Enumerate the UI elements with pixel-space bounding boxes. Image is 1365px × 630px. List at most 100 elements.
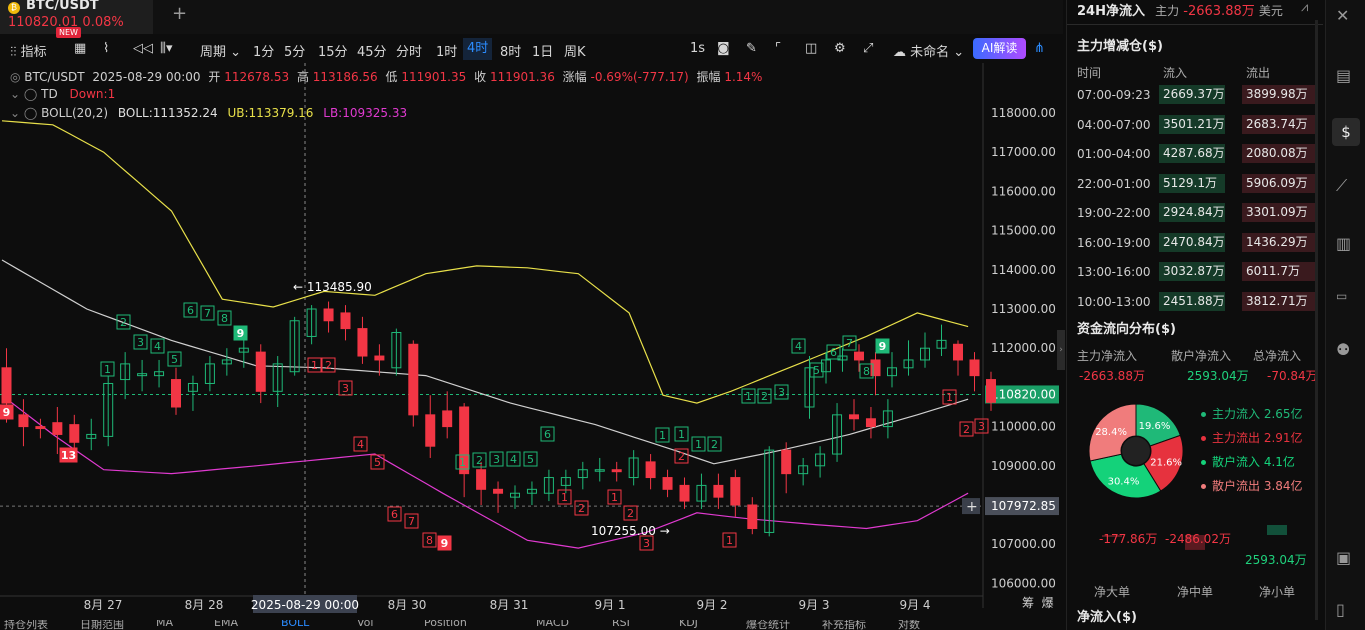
interval-week[interactable]: 周K: [564, 41, 586, 60]
layout-dropdown[interactable]: ☁ 未命名 ⌄: [893, 41, 964, 60]
add-tab-icon[interactable]: +: [172, 3, 187, 24]
boll-lb: LB:109325.33: [323, 106, 408, 120]
layout-icon[interactable]: ▣: [1336, 548, 1351, 567]
bearish-candle: [357, 328, 368, 357]
td-count-label: 6: [830, 346, 837, 359]
period-dropdown[interactable]: 周期 ⌄: [200, 41, 241, 60]
interval-5m[interactable]: 5分: [284, 41, 305, 60]
retail-net-label: 散户净流入: [1171, 349, 1232, 363]
time-tick-label: 8月 27: [84, 598, 123, 612]
document-icon[interactable]: ▤: [1336, 66, 1351, 85]
bearish-candle: [969, 359, 980, 377]
eye-icon[interactable]: ◎: [10, 70, 24, 84]
boll-upper-band: [1, 120, 969, 404]
rewind-icon[interactable]: ◁◁: [133, 41, 153, 56]
bottom-tab-10[interactable]: 爆仓统计: [746, 620, 790, 630]
flow-out: 3899.98万: [1242, 85, 1316, 104]
boll-mid: BOLL:111352.24: [117, 106, 218, 120]
trend-icon[interactable]: ⟋: [1336, 176, 1347, 196]
td-count-label: 5: [527, 453, 534, 466]
dollar-flow-icon[interactable]: $: [1332, 118, 1360, 146]
bottom-tab-8[interactable]: RSI: [612, 620, 630, 629]
candlestick-chart[interactable]: 118000.00 117000.00 116000.00 115000.00 1140…: [0, 63, 1063, 630]
bottom-tab-1[interactable]: 日期范围: [80, 620, 124, 630]
interval-1m[interactable]: 1分: [253, 41, 274, 60]
bottom-tab-7[interactable]: MACD: [536, 620, 569, 629]
bottom-tab-4[interactable]: BOLL: [281, 620, 309, 629]
chart-canvas[interactable]: 118000.00 117000.00 116000.00 115000.00 1140…: [0, 63, 1063, 630]
bearish-candle: [662, 477, 673, 490]
ai-analysis-button[interactable]: AI解读: [973, 38, 1026, 59]
interval-45m[interactable]: 45分: [357, 41, 387, 60]
interval-4h[interactable]: 4时: [463, 38, 493, 60]
fullscreen-icon[interactable]: ⤢: [863, 41, 873, 56]
bottom-tab-12[interactable]: 对数: [898, 620, 920, 630]
boll-name: BOLL(20,2): [41, 106, 109, 120]
indicators-icon: ⫶⫶: [10, 45, 21, 60]
td-legend: ⌄ ◯ TD Down:1: [10, 87, 115, 101]
panel-scrollbar[interactable]: [1315, 20, 1318, 620]
bearish-candle: [52, 422, 63, 435]
bottom-tab-9[interactable]: KDJ: [679, 620, 698, 629]
panel-net-value: -2663.88万: [1183, 4, 1255, 19]
bearish-candle: [425, 414, 436, 447]
settings-icon[interactable]: ⚙: [834, 41, 846, 56]
flow-in: 3032.87万: [1159, 262, 1225, 281]
bar-chart-icon[interactable]: ▥: [1336, 234, 1351, 253]
price-tick-label: 113000.00: [991, 302, 1056, 316]
boll-toggle-icon[interactable]: ⌄ ◯: [10, 106, 41, 120]
draw-line-icon[interactable]: ⌇: [103, 41, 109, 56]
time-tick-label: 8月 30: [388, 598, 427, 612]
interval-1d[interactable]: 1日: [532, 41, 553, 60]
interval-15m[interactable]: 15分: [318, 41, 348, 60]
trend-chart-icon[interactable]: ⩘: [1301, 0, 1308, 15]
td-count-label: 2: [120, 316, 127, 329]
bottom-tab-3[interactable]: EMA: [214, 620, 238, 629]
robot-icon[interactable]: ⚉: [1336, 340, 1350, 359]
td-count-label: 2: [627, 507, 634, 520]
pie-slice-label: 30.4%: [1108, 476, 1140, 487]
flow-in: 2669.37万: [1159, 85, 1225, 104]
bottom-tab-6[interactable]: Position: [424, 620, 467, 629]
chart-type-icon[interactable]: ⫼▾: [160, 41, 173, 56]
etf-icon[interactable]: ▭: [1336, 289, 1347, 303]
interval-8h[interactable]: 8时: [500, 41, 521, 60]
crosshair-price-label: 107972.85: [991, 499, 1056, 513]
indicators-button[interactable]: ⫶⫶ 指标: [10, 41, 47, 60]
liquidation-label[interactable]: 爆: [1042, 596, 1054, 610]
low-annotation: 107255.00 →: [591, 524, 670, 538]
current-price-label: 110820.00: [991, 387, 1056, 401]
camera-icon[interactable]: ◙: [717, 41, 730, 56]
main-position-title: 主力增减仓($): [1077, 39, 1163, 54]
close-icon[interactable]: ✕: [1336, 6, 1349, 25]
book-icon[interactable]: ▯: [1336, 600, 1345, 619]
td-count-label: 2: [678, 450, 685, 463]
bearish-candle: [255, 351, 266, 392]
price-tick-label: 114000.00: [991, 263, 1056, 277]
bearish-candle: [713, 484, 724, 498]
pencil-icon[interactable]: ✎: [746, 41, 757, 56]
panel-collapse-handle[interactable]: ›: [1057, 330, 1065, 370]
interval-1h[interactable]: 1时: [436, 41, 457, 60]
chip-icon-label[interactable]: 筹: [1022, 596, 1034, 610]
flow-pie-chart: 19.6% 21.6% 30.4% 28.4%: [1088, 403, 1184, 499]
flow-time: 16:00-19:00: [1077, 235, 1151, 250]
td-count-label: 8: [221, 312, 228, 325]
bottom-tab-11[interactable]: 补充指标: [822, 620, 866, 630]
ruler-icon[interactable]: ◫: [805, 41, 817, 56]
td-count-label: 1: [561, 491, 568, 504]
flow-time: 19:00-22:00: [1077, 206, 1151, 220]
collapse-icon[interactable]: ⌄ ◯: [10, 87, 41, 101]
td-count-label: 3: [643, 537, 650, 550]
pie-legend-text: 主力流入 2.65亿: [1212, 407, 1303, 421]
bottom-tab-2[interactable]: MA: [156, 620, 173, 629]
divider: [1067, 24, 1323, 25]
bottom-tab-5[interactable]: Vol: [357, 620, 373, 629]
refresh-1s[interactable]: 1s: [690, 41, 705, 56]
calendar-icon[interactable]: ▦: [74, 41, 86, 56]
crop-icon[interactable]: ⌜: [775, 41, 781, 56]
share-icon[interactable]: ⋔: [1034, 41, 1045, 56]
interval-timeshare[interactable]: 分时: [396, 41, 422, 60]
flow-time: 04:00-07:00: [1077, 117, 1151, 132]
bottom-tab-0[interactable]: 持仓列表: [4, 620, 48, 630]
